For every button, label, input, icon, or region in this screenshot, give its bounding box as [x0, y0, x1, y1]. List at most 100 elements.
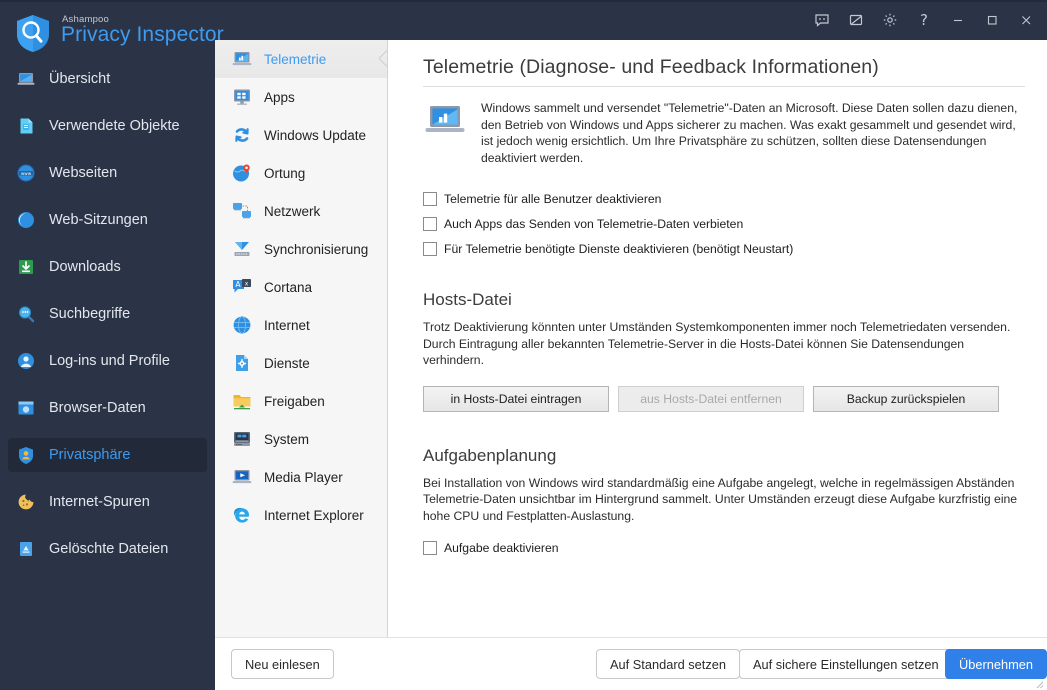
nav-item-system[interactable]: System [215, 420, 387, 458]
sidebar-item-browser-daten[interactable]: Browser-Daten [8, 391, 207, 425]
sidebar-item-label: Verwendete Objekte [49, 118, 180, 134]
sidebar-item-label: Webseiten [49, 165, 118, 181]
apply-button[interactable]: Übernehmen [945, 649, 1047, 679]
nav-item-label: Internet Explorer [264, 507, 364, 523]
checkbox-disable-task[interactable] [423, 541, 437, 555]
svg-text:www: www [21, 171, 32, 176]
settings-main-area: Telemetrie (Diagnose- und Feedback Infor… [388, 40, 1047, 638]
page-title: Telemetrie (Diagnose- und Feedback Infor… [423, 56, 1025, 87]
nav-item-label: Internet [264, 317, 310, 333]
download-icon [16, 257, 36, 277]
nav-item-label: Telemetrie [264, 51, 327, 67]
nav-item-label: Ortung [264, 165, 306, 181]
feedback-icon[interactable] [805, 5, 839, 35]
nav-item-cortana[interactable]: A x Cortana [215, 268, 387, 306]
checkbox-row[interactable]: Auch Apps das Senden von Telemetrie-Date… [423, 217, 1025, 231]
nav-item-internet-explorer[interactable]: Internet Explorer [215, 496, 387, 534]
close-icon[interactable] [1009, 5, 1043, 35]
sidebar-item-label: Web-Sitzungen [49, 212, 148, 228]
gear-icon[interactable] [873, 5, 907, 35]
sidebar-item-label: Internet-Spuren [49, 494, 150, 510]
sidebar-item-label: Privatsphäre [49, 447, 131, 463]
nav-item-label: Windows Update [264, 127, 367, 143]
cookie-icon [16, 492, 36, 512]
sidebar-item-privatsphare[interactable]: Privatsphäre [8, 438, 207, 472]
set-default-button[interactable]: Auf Standard setzen [596, 649, 740, 679]
apps-monitor-icon [231, 86, 253, 108]
location-globe-icon [231, 162, 253, 184]
set-secure-settings-button[interactable]: Auf sichere Einstellungen setzen [739, 649, 953, 679]
sidebar-item-geloschte-dateien[interactable]: Gelöschte Dateien [8, 532, 207, 566]
help-glyph: ? [920, 10, 928, 29]
user-icon [16, 351, 36, 371]
product-name: Privacy Inspector [61, 23, 224, 46]
checkbox-label: Aufgabe deaktivieren [444, 541, 559, 555]
laptop-icon [16, 69, 36, 89]
recycle-bin-icon [16, 539, 36, 559]
laptop-chart-icon [423, 103, 467, 141]
telemetry-checkbox-list: Telemetrie für alle Benutzer deaktiviere… [423, 192, 1025, 256]
hosts-section-description: Trotz Deaktivierung könnten unter Umstän… [423, 320, 1011, 367]
title-bar-top-edge [0, 0, 1047, 2]
checkbox-row[interactable]: Für Telemetrie benötigte Dienste deaktiv… [423, 242, 1025, 256]
nav-item-label: Dienste [264, 355, 310, 371]
intro-text: Windows sammelt und versendet "Telemetri… [481, 101, 1018, 165]
sidebar-item-label: Browser-Daten [49, 400, 146, 416]
sidebar-item-log-ins-und-profile[interactable]: Log-ins und Profile [8, 344, 207, 378]
footer-bar: Neu einlesen Auf Standard setzen Auf sic… [215, 637, 1047, 690]
sidebar-item-downloads[interactable]: Downloads [8, 250, 207, 284]
nav-item-internet[interactable]: Internet [215, 306, 387, 344]
globe-www-icon: www [16, 163, 36, 183]
nav-item-telemetrie[interactable]: Telemetrie [215, 40, 387, 78]
help-icon[interactable]: ? [907, 5, 941, 35]
checkbox-row[interactable]: Aufgabe deaktivieren [423, 541, 1025, 555]
sidebar-item-webseiten[interactable]: www Webseiten [8, 156, 207, 190]
cortana-translate-icon: A x [231, 276, 253, 298]
sidebar-item-verwendete-objekte[interactable]: Verwendete Objekte [8, 109, 207, 143]
left-sidebar: Übersicht Verwendete Objekte www Webseit… [0, 62, 215, 690]
checkbox-row[interactable]: Telemetrie für alle Benutzer deaktiviere… [423, 192, 1025, 206]
refresh-icon [231, 124, 253, 146]
tasks-section-description: Bei Installation von Windows wird standa… [423, 475, 1018, 523]
sidebar-item-web-sitzungen[interactable]: Web-Sitzungen [8, 203, 207, 237]
shared-folder-icon [231, 390, 253, 412]
nav-item-dienste[interactable]: Dienste [215, 344, 387, 382]
checkbox-label: Auch Apps das Senden von Telemetrie-Date… [444, 217, 744, 231]
nav-item-netzwerk[interactable]: Netzwerk [215, 192, 387, 230]
reload-button[interactable]: Neu einlesen [231, 649, 334, 679]
laptop-chart-icon [231, 48, 253, 70]
restore-backup-button[interactable]: Backup zurückspielen [813, 385, 999, 412]
resize-grip[interactable] [1032, 676, 1044, 689]
sync-icon [231, 238, 253, 260]
checkbox-forbid-apps-telemetry[interactable] [423, 217, 437, 231]
nav-item-freigaben[interactable]: Freigaben [215, 382, 387, 420]
brand-area: Ashampoo Privacy Inspector [10, 10, 224, 56]
checkbox-disable-telemetry-services[interactable] [423, 242, 437, 256]
add-to-hosts-button[interactable]: in Hosts-Datei eintragen [423, 385, 609, 412]
intro-block: Windows sammelt und versendet "Telemetri… [423, 100, 1025, 166]
sidebar-item-label: Downloads [49, 259, 121, 275]
nav-item-synchronisierung[interactable]: Synchronisierung [215, 230, 387, 268]
nav-item-label: Netzwerk [264, 203, 321, 219]
svg-text:x: x [245, 280, 249, 287]
checkbox-disable-telemetry-all-users[interactable] [423, 192, 437, 206]
sidebar-item-suchbegriffe[interactable]: Suchbegriffe [8, 297, 207, 331]
sidebar-item-ubersicht[interactable]: Übersicht [8, 62, 207, 96]
application-window: ? Ashampoo Privacy Inspector Übersicht V… [0, 0, 1047, 690]
nav-item-label: Synchronisierung [264, 241, 369, 257]
nav-item-windows-update[interactable]: Windows Update [215, 116, 387, 154]
settings-nav-column: Telemetrie Apps Windows Update Ortung Ne… [215, 40, 388, 639]
checkbox-label: Telemetrie für alle Benutzer deaktiviere… [444, 192, 662, 206]
nav-item-apps[interactable]: Apps [215, 78, 387, 116]
browser-icon [16, 398, 36, 418]
nav-item-media-player[interactable]: Media Player [215, 458, 387, 496]
nav-item-ortung[interactable]: Ortung [215, 154, 387, 192]
nav-item-label: Cortana [264, 279, 313, 295]
tasks-section-title: Aufgabenplanung [423, 445, 557, 465]
theme-icon[interactable] [839, 5, 873, 35]
sidebar-item-internet-spuren[interactable]: Internet-Spuren [8, 485, 207, 519]
system-icon [231, 428, 253, 450]
minimize-icon[interactable] [941, 5, 975, 35]
maximize-icon[interactable] [975, 5, 1009, 35]
svg-text:A: A [235, 280, 241, 289]
